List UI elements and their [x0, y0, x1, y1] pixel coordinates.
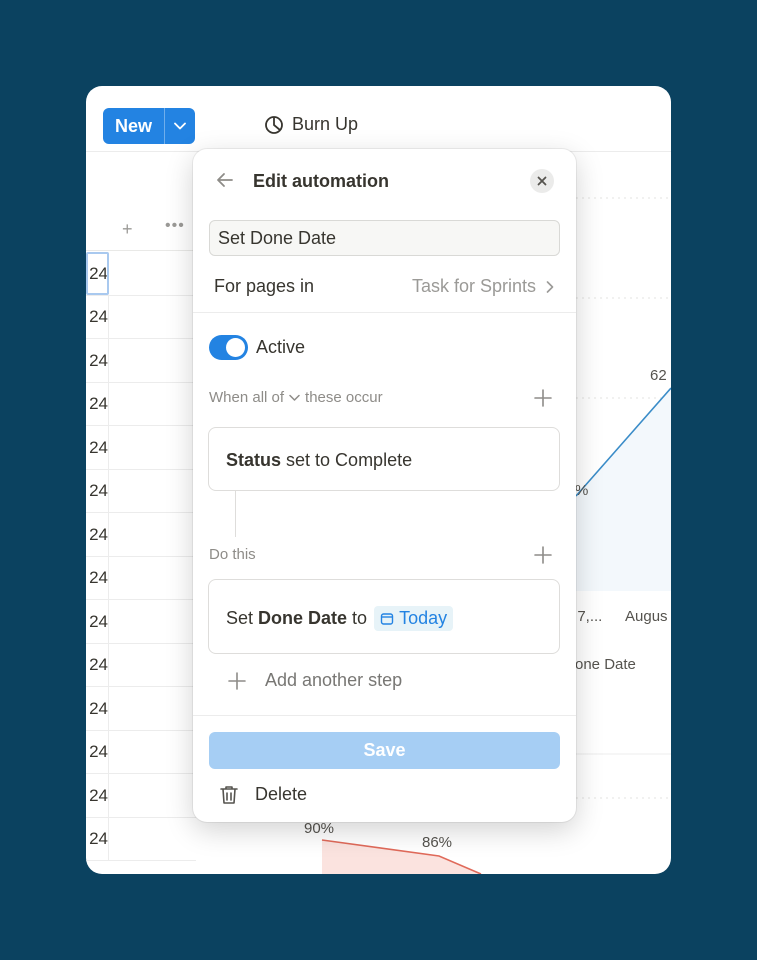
table-row: 24: [86, 382, 196, 426]
table-row: 24: [86, 556, 196, 600]
for-pages-label: For pages in: [214, 276, 315, 296]
table-row: 24: [86, 426, 196, 470]
table-row: 24: [86, 469, 196, 513]
table-row: 24: [86, 252, 196, 296]
trigger-property: Status: [226, 450, 282, 470]
burn-down-area: [322, 840, 481, 874]
delete-label: Delete: [255, 784, 308, 804]
table-row: 24: [86, 774, 196, 818]
table-cell[interactable]: 24: [86, 295, 109, 339]
trash-icon: [220, 785, 238, 804]
trigger-section-label: When all of these occur: [209, 389, 383, 406]
more-options-icon[interactable]: •••: [165, 217, 185, 235]
add-trigger-icon[interactable]: [534, 389, 552, 407]
table-cell[interactable]: 24: [86, 382, 109, 426]
table-cell[interactable]: 24: [86, 600, 109, 643]
add-step-label: Add another step: [265, 670, 403, 690]
table-cell[interactable]: 24: [86, 339, 109, 382]
dialog-title: Edit automation: [253, 171, 389, 191]
edit-automation-dialog: Edit automation For pages in Task for Sp…: [193, 149, 576, 822]
action-to: to: [352, 608, 368, 628]
table-cell[interactable]: 24: [86, 730, 109, 774]
chart-value-label: 90%: [304, 820, 335, 837]
step-connector: [235, 491, 236, 537]
table-cell[interactable]: 24: [86, 817, 109, 861]
chevron-right-icon: [546, 280, 554, 293]
table-row: 24: [86, 339, 196, 383]
add-another-step-button[interactable]: Add another step: [228, 670, 402, 691]
view-tab-burn-up[interactable]: Burn Up: [264, 114, 358, 135]
table-header: + •••: [86, 216, 196, 252]
new-button[interactable]: New: [103, 108, 195, 144]
close-button[interactable]: [530, 169, 554, 193]
new-button-label[interactable]: New: [103, 108, 164, 144]
dialog-header: Edit automation: [193, 149, 576, 213]
section-divider: [193, 312, 576, 313]
table-header-divider: [86, 250, 196, 251]
table-row: 24: [86, 643, 196, 687]
calendar-icon: [380, 612, 394, 625]
close-icon: [537, 176, 547, 186]
new-dropdown-toggle[interactable]: [165, 108, 195, 144]
table-row: 24: [86, 513, 196, 557]
x-tick-label: Augus: [625, 608, 668, 625]
table-cell[interactable]: 24: [86, 469, 109, 513]
chevron-down-icon: [289, 394, 300, 401]
action-property: Done Date: [258, 608, 348, 628]
when-prefix: When all of: [209, 389, 285, 406]
save-button[interactable]: Save: [209, 732, 560, 769]
chart-legend-label: one Date: [575, 656, 636, 673]
action-card[interactable]: Set Done Date to Today: [208, 579, 560, 654]
today-label: Today: [399, 608, 448, 628]
active-label: Active: [256, 337, 306, 357]
chart-value-label: %: [575, 482, 589, 499]
database-selector[interactable]: Task for Sprints: [412, 276, 554, 297]
chart-value-label: 62: [650, 367, 667, 384]
delete-button[interactable]: Delete: [220, 784, 307, 805]
toggle-knob: [226, 338, 245, 357]
today-value-chip[interactable]: Today: [374, 606, 454, 631]
chart-value-label: 86%: [422, 834, 453, 851]
table-cell[interactable]: 24: [86, 556, 109, 600]
burn-up-area: [576, 388, 671, 591]
action-text: Set Done Date to Today: [226, 606, 454, 631]
table-cell[interactable]: 24: [86, 426, 109, 469]
database-name: Task for Sprints: [411, 276, 536, 296]
table-cell[interactable]: 24: [86, 643, 109, 687]
table-cell[interactable]: 24: [86, 513, 109, 556]
table-cell[interactable]: 24: [86, 252, 109, 295]
view-tab-label: Burn Up: [292, 114, 359, 134]
trigger-rest: set to Complete: [286, 450, 413, 470]
table-cell[interactable]: 24: [86, 687, 109, 730]
table-row: 24: [86, 295, 196, 339]
table-body: 24 24 24 24 24 24 24 24 24 24 24 24 24 2…: [86, 252, 196, 861]
table-row: 24: [86, 730, 196, 774]
pie-chart-icon: [265, 115, 283, 134]
chevron-down-icon: [174, 122, 186, 130]
active-toggle[interactable]: [209, 335, 248, 360]
section-divider: [193, 715, 576, 716]
table-row: 24: [86, 687, 196, 731]
action-section-label: Do this: [209, 546, 256, 563]
add-property-icon[interactable]: +: [122, 219, 133, 240]
add-action-icon[interactable]: [534, 546, 552, 564]
trigger-card[interactable]: Status set to Complete: [208, 427, 560, 491]
plus-icon: [228, 671, 246, 690]
when-suffix: these occur: [305, 389, 383, 406]
trigger-text: Status set to Complete: [226, 450, 412, 471]
match-mode-dropdown[interactable]: [289, 394, 300, 402]
action-prefix: Set: [226, 608, 254, 628]
table-row: 24: [86, 600, 196, 644]
automation-name-input[interactable]: [209, 220, 560, 256]
table-row: 24: [86, 817, 196, 861]
table-cell[interactable]: 24: [86, 774, 109, 817]
arrow-left-icon[interactable]: [215, 170, 235, 190]
